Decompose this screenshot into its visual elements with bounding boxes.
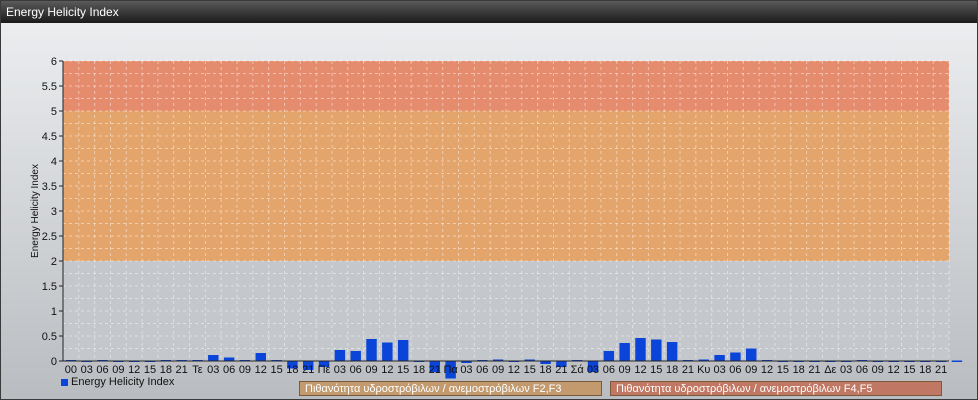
bar bbox=[397, 340, 409, 361]
bar bbox=[208, 355, 219, 361]
x-tick-label: 09 bbox=[365, 364, 377, 376]
bar bbox=[366, 339, 377, 361]
band-label-f2f3: Πιθανότητα υδροστρόβιλων / ανεμοστρόβιλω… bbox=[299, 381, 602, 396]
x-tick-label: 09 bbox=[492, 364, 504, 376]
x-tick-label: 21 bbox=[808, 364, 820, 376]
x-tick-label: 03 bbox=[81, 364, 93, 376]
y-tick-label: 3.5 bbox=[42, 181, 57, 193]
x-tick-label: 15 bbox=[397, 364, 409, 376]
x-tick-label: 21 bbox=[555, 364, 567, 376]
x-tick-label: 03 bbox=[460, 364, 472, 376]
x-tick-label: 09 bbox=[112, 364, 124, 376]
x-tick-label: 12 bbox=[255, 364, 267, 376]
x-tick-label: 15 bbox=[144, 364, 156, 376]
x-tick-label: 06 bbox=[729, 364, 741, 376]
x-tick-label: Πα bbox=[443, 364, 458, 376]
x-tick-label: 09 bbox=[619, 364, 631, 376]
legend: Energy Helicity Index bbox=[61, 376, 174, 388]
chart-area: Energy Helicity Index 0 0.5 1 1.5 2 2.5 3 3.5 4 4… bbox=[30, 56, 963, 379]
bar bbox=[651, 339, 662, 361]
x-tick-label: 18 bbox=[160, 364, 172, 376]
y-tick-label: 1.5 bbox=[42, 281, 57, 293]
x-tick-label: 06 bbox=[603, 364, 615, 376]
x-tick-label: 09 bbox=[239, 364, 251, 376]
x-tick-label: 18 bbox=[919, 364, 931, 376]
x-tick-label: Κυ bbox=[697, 364, 710, 376]
x-tick-label: 03 bbox=[207, 364, 219, 376]
bar bbox=[730, 352, 741, 361]
x-tick-label: 00 bbox=[65, 364, 77, 376]
x-tick-label: 06 bbox=[223, 364, 235, 376]
bar bbox=[619, 343, 630, 361]
bar bbox=[635, 338, 646, 361]
bar bbox=[350, 351, 361, 361]
y-tick-label: 5 bbox=[51, 106, 57, 118]
chart-window: Energy Helicity Index Energy Helicity In… bbox=[0, 0, 978, 400]
x-tick-label: 03 bbox=[334, 364, 346, 376]
y-tick-label: 4 bbox=[51, 156, 57, 168]
x-tick-label: 21 bbox=[302, 364, 314, 376]
y-tick-label: 5.5 bbox=[42, 81, 57, 93]
x-tick-label: 12 bbox=[634, 364, 646, 376]
y-tick-label: 4.5 bbox=[42, 131, 57, 143]
x-tick-label: 21 bbox=[429, 364, 441, 376]
x-tick-label: 21 bbox=[682, 364, 694, 376]
band-label-f4f5: Πιθανότητα υδροστρόβιλων / ανεμοστρόβιλω… bbox=[610, 381, 942, 396]
x-tick-label: 18 bbox=[539, 364, 551, 376]
y-tick-label: 1 bbox=[51, 306, 57, 318]
x-tick-label: Πέ bbox=[318, 364, 331, 376]
y-tick-label: 0.5 bbox=[42, 331, 57, 343]
x-tick-label: Δε bbox=[824, 364, 836, 376]
x-tick-label: 09 bbox=[872, 364, 884, 376]
bar bbox=[666, 342, 678, 361]
y-axis-label: Energy Helicity Index bbox=[30, 164, 41, 258]
bar bbox=[223, 357, 235, 361]
x-tick-label: 06 bbox=[350, 364, 362, 376]
x-tick-label: 15 bbox=[524, 364, 536, 376]
x-tick-label: 03 bbox=[713, 364, 725, 376]
bar bbox=[334, 350, 346, 361]
x-tick-label: 12 bbox=[128, 364, 140, 376]
x-tick-label: 03 bbox=[840, 364, 852, 376]
legend-label: Energy Helicity Index bbox=[71, 376, 175, 388]
x-tick-label: 18 bbox=[666, 364, 678, 376]
bar bbox=[382, 342, 393, 361]
x-tick-label: 15 bbox=[777, 364, 789, 376]
legend-swatch bbox=[61, 378, 68, 386]
x-tick-label: 12 bbox=[888, 364, 900, 376]
x-tick-label: 06 bbox=[96, 364, 108, 376]
x-tick-label: Σά bbox=[571, 364, 585, 376]
bar bbox=[255, 353, 266, 361]
y-tick-label: 0 bbox=[51, 356, 57, 368]
bar bbox=[746, 348, 757, 361]
x-tick-label: 21 bbox=[935, 364, 947, 376]
bar bbox=[603, 351, 615, 361]
x-tick-label: 21 bbox=[176, 364, 188, 376]
x-tick-label: 18 bbox=[286, 364, 298, 376]
x-tick-label: 03 bbox=[587, 364, 599, 376]
x-tick-label: 09 bbox=[745, 364, 757, 376]
bar bbox=[951, 360, 963, 362]
x-tick-label: 15 bbox=[903, 364, 915, 376]
x-tick-label: 12 bbox=[761, 364, 773, 376]
y-tick-label: 6 bbox=[51, 56, 57, 68]
x-tick-label: 06 bbox=[476, 364, 488, 376]
x-tick-label: 12 bbox=[381, 364, 393, 376]
y-tick-label: 2 bbox=[51, 256, 57, 268]
bar bbox=[714, 355, 725, 361]
y-tick-label: 2.5 bbox=[42, 231, 57, 243]
x-tick-label: 18 bbox=[793, 364, 805, 376]
x-tick-label: Τε bbox=[192, 364, 203, 376]
y-tick-label: 3 bbox=[51, 206, 57, 218]
x-tick-label: 12 bbox=[508, 364, 520, 376]
x-tick-label: 06 bbox=[856, 364, 868, 376]
x-tick-label: 18 bbox=[413, 364, 425, 376]
x-tick-label: 15 bbox=[650, 364, 662, 376]
x-tick-label: 15 bbox=[270, 364, 282, 376]
